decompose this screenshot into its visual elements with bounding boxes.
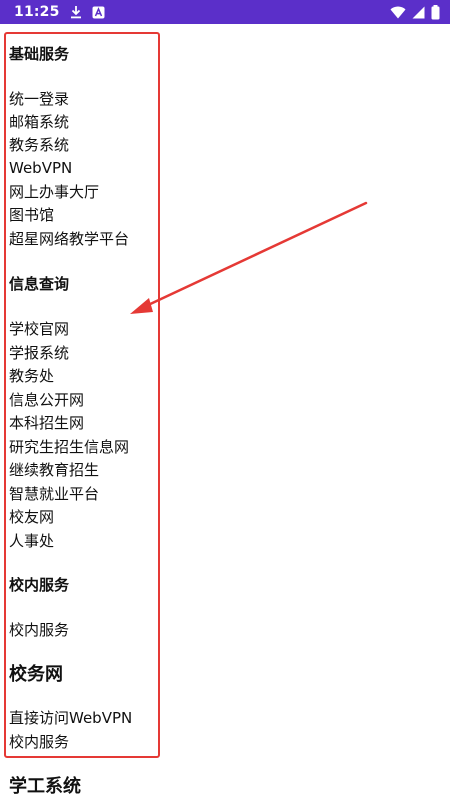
status-left: 11:25 [14,4,105,20]
link-webvpn[interactable]: WebVPN [9,158,72,178]
link-academic-affairs-office[interactable]: 教务处 [9,366,54,386]
section-title-info-query: 信息查询 [9,275,70,293]
link-chaoxing-teaching-platform[interactable]: 超星网络教学平台 [9,229,129,249]
link-unified-login[interactable]: 统一登录 [9,89,69,109]
link-continuing-education[interactable]: 继续教育招生 [9,460,99,480]
a-notification-icon [92,6,105,19]
cell-signal-icon [412,6,425,19]
link-hr-office[interactable]: 人事处 [9,531,54,551]
wifi-icon [390,6,406,19]
battery-icon [431,4,440,20]
link-academic-affairs-system[interactable]: 教务系统 [9,135,69,155]
link-undergrad-admissions[interactable]: 本科招生网 [9,413,84,433]
section-title-basic-services: 基础服务 [9,45,70,63]
link-library[interactable]: 图书馆 [9,205,54,225]
status-bar: 11:25 [0,0,450,24]
link-school-website[interactable]: 学校官网 [9,319,69,339]
link-online-service-hall[interactable]: 网上办事大厅 [9,182,99,202]
link-graduate-admissions[interactable]: 研究生招生信息网 [9,437,129,457]
section-title-student-affairs: 学工系统 [9,776,81,797]
link-journal-system[interactable]: 学报系统 [9,343,69,363]
link-direct-webvpn[interactable]: 直接访问WebVPN [9,708,132,728]
status-right [390,4,440,20]
link-info-disclosure[interactable]: 信息公开网 [9,390,84,410]
link-email-system[interactable]: 邮箱系统 [9,112,69,132]
link-campus-services[interactable]: 校内服务 [9,620,69,640]
section-title-campus-services: 校内服务 [9,576,70,594]
status-time: 11:25 [14,4,60,20]
link-campus-services-2[interactable]: 校内服务 [9,732,69,752]
link-alumni[interactable]: 校友网 [9,507,54,527]
download-icon [70,5,82,19]
section-title-campus-affairs-net: 校务网 [9,664,63,685]
link-smart-employment[interactable]: 智慧就业平台 [9,484,99,504]
